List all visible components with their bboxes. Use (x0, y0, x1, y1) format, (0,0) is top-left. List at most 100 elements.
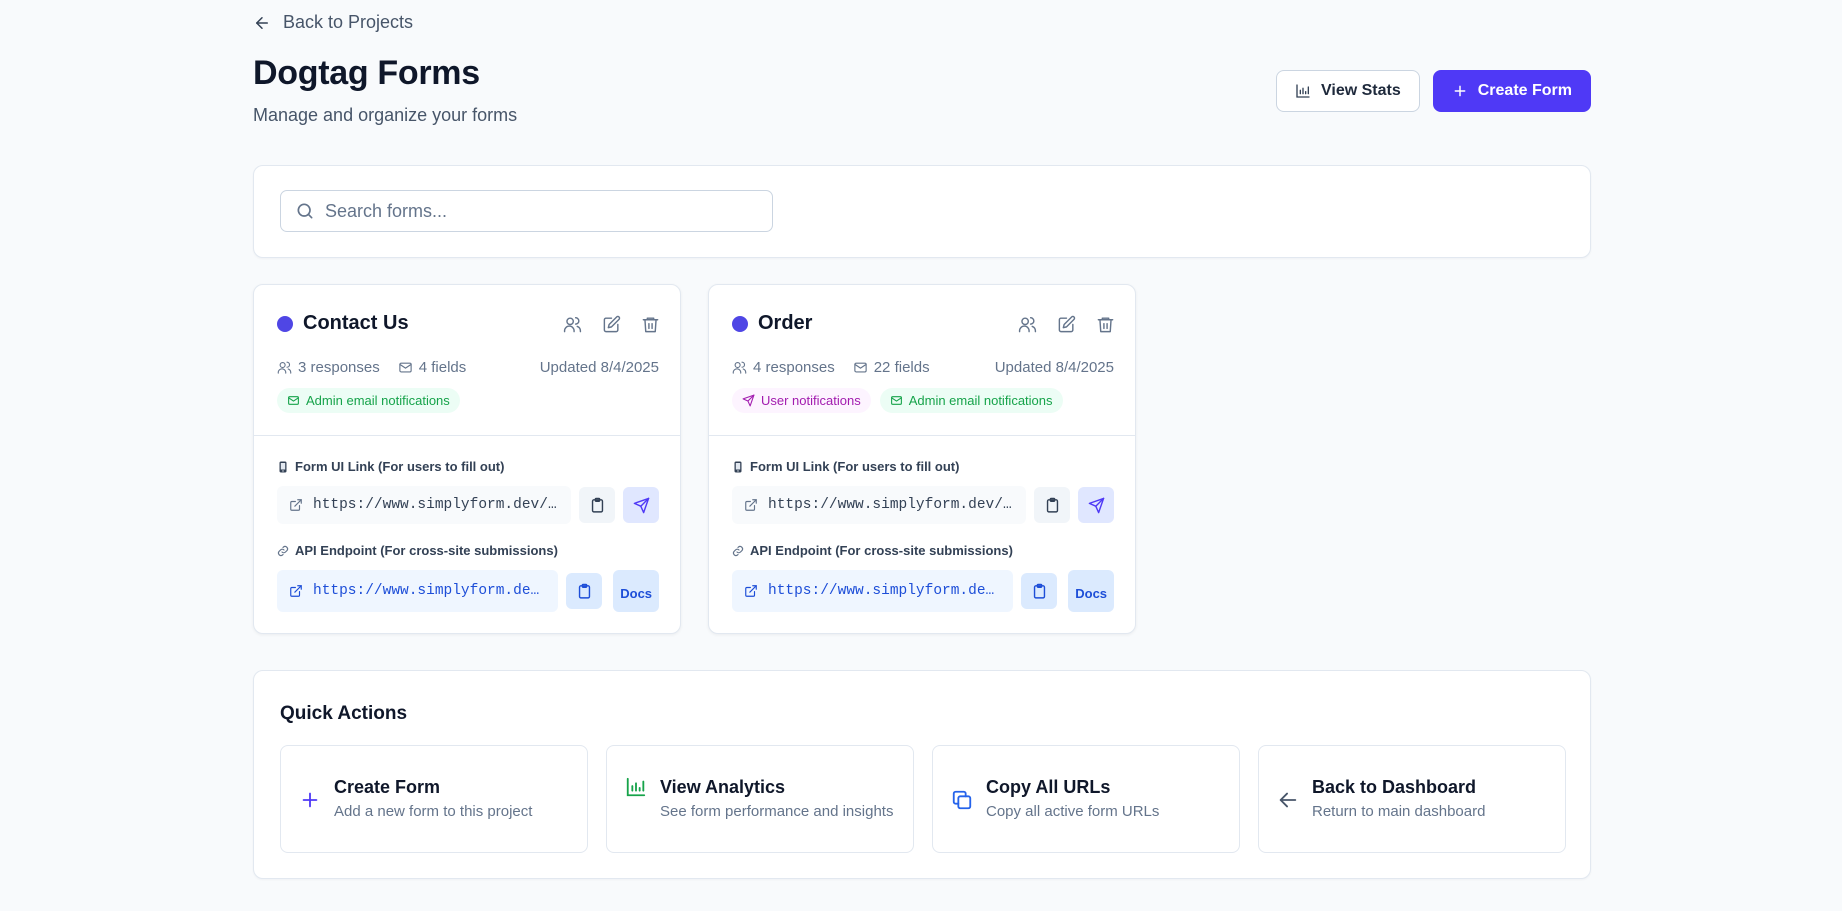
user-notifications-badge: User notifications (732, 388, 871, 413)
updated-date: Updated 8/4/2025 (539, 359, 659, 376)
search-panel (253, 165, 1591, 258)
form-title[interactable]: Order (758, 312, 812, 335)
users-icon (732, 360, 747, 375)
docs-button[interactable]: Docs (1068, 570, 1114, 612)
label-text: Form UI Link (For users to fill out) (750, 459, 960, 474)
mail-icon (890, 394, 903, 407)
fields-count: 22 fields (853, 359, 930, 376)
quick-action-name: Create Form (334, 776, 441, 797)
form-ui-url[interactable]: https://www.simplyform.dev/… (732, 486, 1027, 524)
plus-icon (299, 789, 321, 811)
search-box[interactable] (280, 190, 773, 232)
trash-icon[interactable] (1096, 315, 1115, 334)
quick-action-back-to-dashboard[interactable]: Back to Dashboard Return to main dashboa… (1258, 745, 1566, 853)
url-text: https://www.simplyform.dev… (768, 583, 1002, 599)
form-ui-link-row: https://www.simplyform.dev/… (732, 486, 1114, 524)
quick-action-description: Add a new form to this project (334, 802, 533, 820)
quick-action-view-analytics[interactable]: View Analytics See form performance and … (606, 745, 914, 853)
trash-icon[interactable] (641, 315, 660, 334)
quick-action-create-form[interactable]: Create Form Add a new form to this proje… (280, 745, 588, 853)
notification-badges: User notifications Admin email notificat… (732, 388, 1063, 413)
edit-icon[interactable] (1057, 315, 1076, 334)
header-actions: View Stats Create Form (1276, 70, 1591, 112)
create-form-button[interactable]: Create Form (1432, 70, 1591, 112)
card-meta: 4 responses 22 fields Updated 8/4/2025 (732, 359, 1114, 376)
phone-icon (732, 461, 744, 473)
badge-label: User notifications (761, 393, 861, 408)
copy-api-url-button[interactable] (566, 573, 603, 609)
users-icon (277, 360, 292, 375)
bar-chart-icon (1295, 83, 1311, 99)
link-icon (277, 545, 289, 557)
users-icon[interactable] (1018, 315, 1037, 334)
admin-email-badge: Admin email notifications (879, 388, 1063, 413)
send-icon (742, 394, 755, 407)
copy-ui-url-button[interactable] (1034, 487, 1071, 523)
quick-action-copy-all-urls[interactable]: Copy All URLs Copy all active form URLs (932, 745, 1240, 853)
quick-action-text: Create Form Add a new form to this proje… (334, 746, 573, 852)
create-form-label: Create Form (1477, 82, 1572, 99)
card-actions (1018, 315, 1115, 334)
url-text: https://www.simplyform.dev/… (313, 497, 557, 513)
form-title[interactable]: Contact Us (303, 312, 409, 335)
card-header: Order 4 responses 22 fields Updated 8/4/… (709, 285, 1135, 436)
clipboard-icon (576, 583, 593, 600)
notification-badges: Admin email notifications (277, 388, 460, 413)
users-icon[interactable] (563, 315, 582, 334)
api-endpoint-url[interactable]: https://www.simplyform.dev… (732, 570, 1014, 612)
card-meta: 3 responses 4 fields Updated 8/4/2025 (277, 359, 659, 376)
clipboard-icon (589, 497, 606, 514)
bar-chart-icon (625, 776, 647, 798)
quick-action-name: View Analytics (660, 776, 786, 797)
copy-ui-url-button[interactable] (579, 487, 616, 523)
open-form-button[interactable] (623, 487, 659, 523)
url-text: https://www.simplyform.dev… (313, 583, 547, 599)
responses-label: 3 responses (298, 359, 380, 376)
link-icon (732, 545, 744, 557)
view-stats-label: View Stats (1321, 82, 1401, 99)
copy-api-url-button[interactable] (1021, 573, 1058, 609)
form-ui-link-label: Form UI Link (For users to fill out) (732, 459, 959, 474)
quick-action-name: Back to Dashboard (1312, 776, 1477, 797)
api-endpoint-row: https://www.simplyform.dev… Docs (732, 570, 1114, 612)
edit-icon[interactable] (602, 315, 621, 334)
phone-icon (277, 461, 289, 473)
docs-button[interactable]: Docs (613, 570, 659, 612)
clipboard-icon (1031, 583, 1048, 600)
api-endpoint-label: API Endpoint (For cross-site submissions… (277, 543, 558, 558)
fields-label: 4 fields (418, 359, 467, 376)
quick-actions-grid: Create Form Add a new form to this proje… (280, 745, 1566, 853)
mail-icon (853, 360, 868, 375)
external-link-icon (744, 584, 758, 598)
view-stats-button[interactable]: View Stats (1276, 70, 1420, 112)
quick-action-text: View Analytics See form performance and … (660, 746, 899, 852)
label-text: API Endpoint (For cross-site submissions… (295, 543, 558, 558)
mail-icon (287, 394, 300, 407)
badge-label: Admin email notifications (908, 393, 1053, 408)
quick-action-name: Copy All URLs (986, 776, 1111, 797)
updated-date: Updated 8/4/2025 (994, 359, 1114, 376)
form-ui-link-label: Form UI Link (For users to fill out) (277, 459, 504, 474)
quick-actions-panel: Quick Actions Create Form Add a new form… (253, 670, 1591, 879)
form-ui-url[interactable]: https://www.simplyform.dev/… (277, 486, 572, 524)
quick-action-text: Back to Dashboard Return to main dashboa… (1312, 746, 1551, 852)
label-text: API Endpoint (For cross-site submissions… (750, 543, 1013, 558)
search-icon (295, 201, 315, 221)
card-actions (563, 315, 660, 334)
arrow-left-icon (253, 14, 271, 32)
copy-icon (951, 789, 973, 811)
status-dot (732, 316, 748, 332)
api-endpoint-url[interactable]: https://www.simplyform.dev… (277, 570, 559, 612)
quick-action-description: Copy all active form URLs (986, 802, 1160, 820)
external-link-icon (289, 584, 303, 598)
back-to-projects-link[interactable]: Back to Projects (253, 12, 413, 33)
open-form-button[interactable] (1078, 487, 1114, 523)
search-input[interactable] (325, 200, 745, 222)
api-endpoint-row: https://www.simplyform.dev… Docs (277, 570, 659, 612)
page-title: Dogtag Forms (253, 54, 480, 92)
url-text: https://www.simplyform.dev/… (768, 497, 1012, 513)
quick-action-text: Copy All URLs Copy all active form URLs (986, 746, 1225, 852)
status-dot (277, 316, 293, 332)
external-link-icon (289, 498, 303, 512)
admin-email-badge: Admin email notifications (277, 388, 460, 413)
